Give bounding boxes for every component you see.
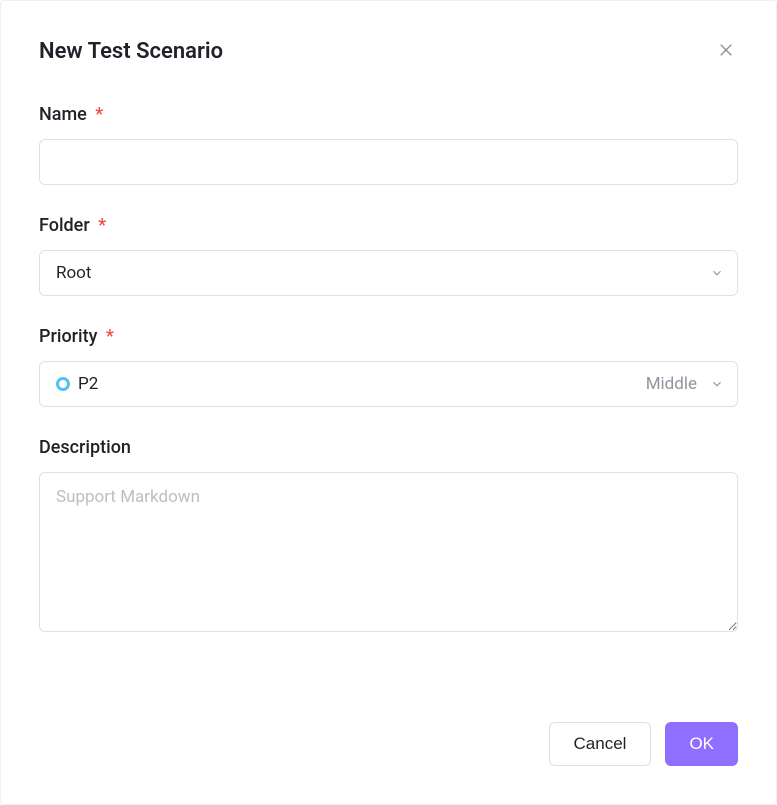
- ok-button[interactable]: OK: [665, 722, 738, 766]
- description-label-text: Description: [39, 437, 131, 458]
- priority-select[interactable]: P2 Middle: [39, 361, 738, 407]
- name-label-text: Name: [39, 104, 87, 125]
- description-textarea[interactable]: [39, 472, 738, 632]
- folder-select-wrapper: Root: [39, 250, 738, 296]
- folder-label: Folder *: [39, 215, 738, 236]
- priority-level-label: Middle: [646, 374, 697, 394]
- priority-label-text: Priority: [39, 326, 97, 347]
- priority-left: P2: [56, 374, 98, 394]
- priority-value: P2: [78, 374, 98, 394]
- close-icon: [717, 41, 735, 62]
- priority-indicator-icon: [56, 377, 70, 391]
- name-input[interactable]: [39, 139, 738, 185]
- folder-field-group: Folder * Root: [39, 215, 738, 296]
- description-label: Description: [39, 437, 738, 458]
- cancel-button[interactable]: Cancel: [549, 722, 652, 766]
- name-field-group: Name *: [39, 104, 738, 185]
- new-test-scenario-dialog: New Test Scenario Name * Folder * Root: [0, 0, 777, 805]
- folder-label-text: Folder: [39, 215, 90, 236]
- dialog-header: New Test Scenario: [39, 39, 738, 64]
- priority-required-indicator: *: [106, 326, 114, 347]
- description-field-group: Description: [39, 437, 738, 636]
- folder-select[interactable]: Root: [39, 250, 738, 296]
- name-label: Name *: [39, 104, 738, 125]
- dialog-footer: Cancel OK: [39, 722, 738, 766]
- dialog-title: New Test Scenario: [39, 39, 223, 64]
- priority-select-wrapper: P2 Middle: [39, 361, 738, 407]
- folder-required-indicator: *: [98, 215, 106, 236]
- name-required-indicator: *: [95, 104, 103, 125]
- priority-label: Priority *: [39, 326, 738, 347]
- close-button[interactable]: [714, 40, 738, 64]
- priority-field-group: Priority * P2 Middle: [39, 326, 738, 407]
- folder-select-value: Root: [56, 263, 91, 283]
